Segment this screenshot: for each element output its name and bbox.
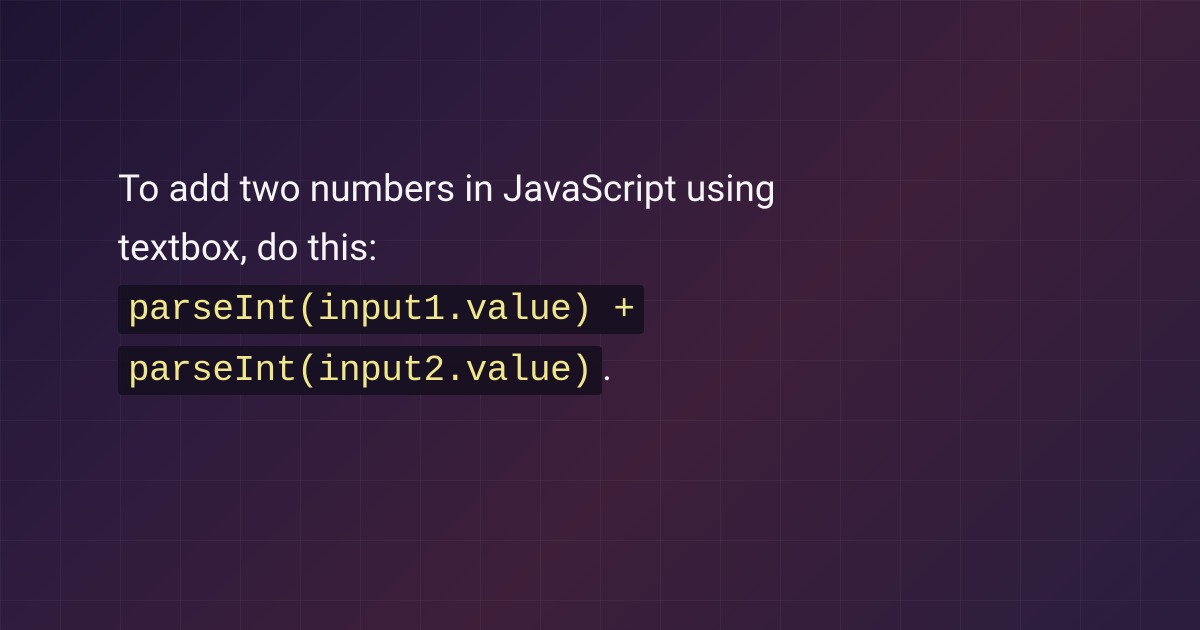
code-line2-wrapper: parseInt(input2.value). bbox=[118, 339, 1082, 400]
period: . bbox=[602, 347, 612, 390]
code-snippet-line2: parseInt(input2.value) bbox=[118, 346, 602, 395]
intro-text-line2: textbox, do this: bbox=[118, 219, 1082, 278]
code-line1-wrapper: parseInt(input1.value) + bbox=[118, 278, 1082, 339]
code-snippet-line1: parseInt(input1.value) + bbox=[118, 285, 644, 334]
intro-text-line1: To add two numbers in JavaScript using bbox=[118, 160, 1082, 219]
main-content: To add two numbers in JavaScript using t… bbox=[118, 160, 1082, 400]
